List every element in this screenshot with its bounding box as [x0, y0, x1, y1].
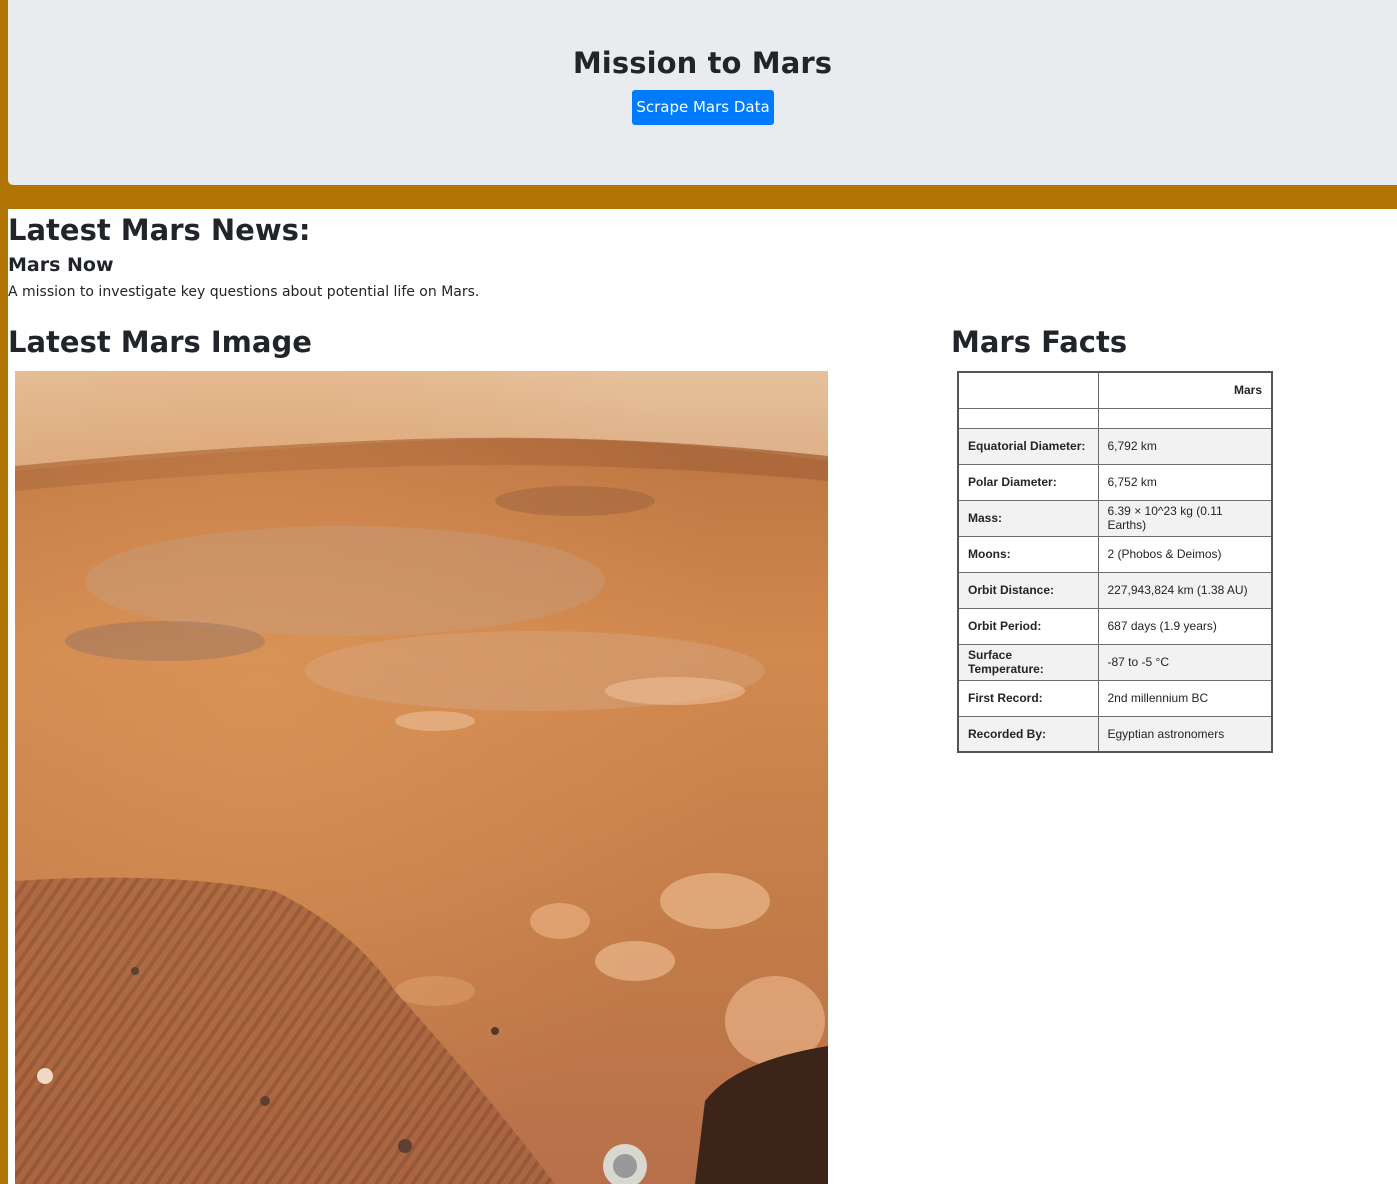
mars-landscape-illustration: [15, 371, 828, 1184]
fact-value: 6.39 × 10^23 kg (0.11 Earths): [1097, 499, 1273, 537]
facts-table-blank-header: [1097, 407, 1273, 429]
scrape-mars-data-button[interactable]: Scrape Mars Data: [632, 90, 774, 125]
facts-table-corner-header: [957, 371, 1099, 409]
page: Mission to Mars Scrape Mars Data Latest …: [8, 0, 1397, 1184]
fact-value: 6,792 km: [1097, 427, 1273, 465]
table-row: Recorded By: Egyptian astronomers: [957, 715, 1273, 753]
page-title: Mission to Mars: [572, 46, 833, 80]
fact-label: Surface Temperature:: [957, 643, 1099, 681]
fact-label: Orbit Period:: [957, 607, 1099, 645]
facts-table-column-header: Mars: [1097, 371, 1273, 409]
table-row: Equatorial Diameter: 6,792 km: [957, 427, 1273, 465]
fact-label: First Record:: [957, 679, 1099, 717]
table-row: Mass: 6.39 × 10^23 kg (0.11 Earths): [957, 499, 1273, 537]
table-row: Orbit Period: 687 days (1.9 years): [957, 607, 1273, 645]
news-title: Mars Now: [8, 254, 114, 276]
fact-value: 2nd millennium BC: [1097, 679, 1273, 717]
fact-label: Polar Diameter:: [957, 463, 1099, 501]
table-row: Polar Diameter: 6,752 km: [957, 463, 1273, 501]
fact-value: 2 (Phobos & Deimos): [1097, 535, 1273, 573]
fact-value: 227,943,824 km (1.38 AU): [1097, 571, 1273, 609]
fact-value: 687 days (1.9 years): [1097, 607, 1273, 645]
fact-label: Orbit Distance:: [957, 571, 1099, 609]
news-heading: Latest Mars News:: [8, 213, 311, 247]
fact-value: 6,752 km: [1097, 463, 1273, 501]
fact-label: Mass:: [957, 499, 1099, 537]
news-teaser: A mission to investigate key questions a…: [8, 284, 480, 300]
main-content: Latest Mars News: Mars Now A mission to …: [8, 209, 1397, 1184]
facts-heading: Mars Facts: [951, 325, 1128, 359]
jumbotron-header: Mission to Mars Scrape Mars Data: [8, 0, 1397, 185]
table-row: Surface Temperature: -87 to -5 °C: [957, 643, 1273, 681]
fact-label: Moons:: [957, 535, 1099, 573]
fact-label: Recorded By:: [957, 715, 1099, 753]
facts-table-blank-header: [957, 407, 1099, 429]
mars-featured-image: [15, 371, 828, 1184]
table-row: First Record: 2nd millennium BC: [957, 679, 1273, 717]
table-row: Moons: 2 (Phobos & Deimos): [957, 535, 1273, 573]
image-heading: Latest Mars Image: [8, 325, 312, 359]
fact-value: -87 to -5 °C: [1097, 643, 1273, 681]
mars-facts-table: Mars Equatorial Diameter: 6,792 km Polar…: [957, 371, 1273, 753]
fact-label: Equatorial Diameter:: [957, 427, 1099, 465]
table-row: Orbit Distance: 227,943,824 km (1.38 AU): [957, 571, 1273, 609]
fact-value: Egyptian astronomers: [1097, 715, 1273, 753]
